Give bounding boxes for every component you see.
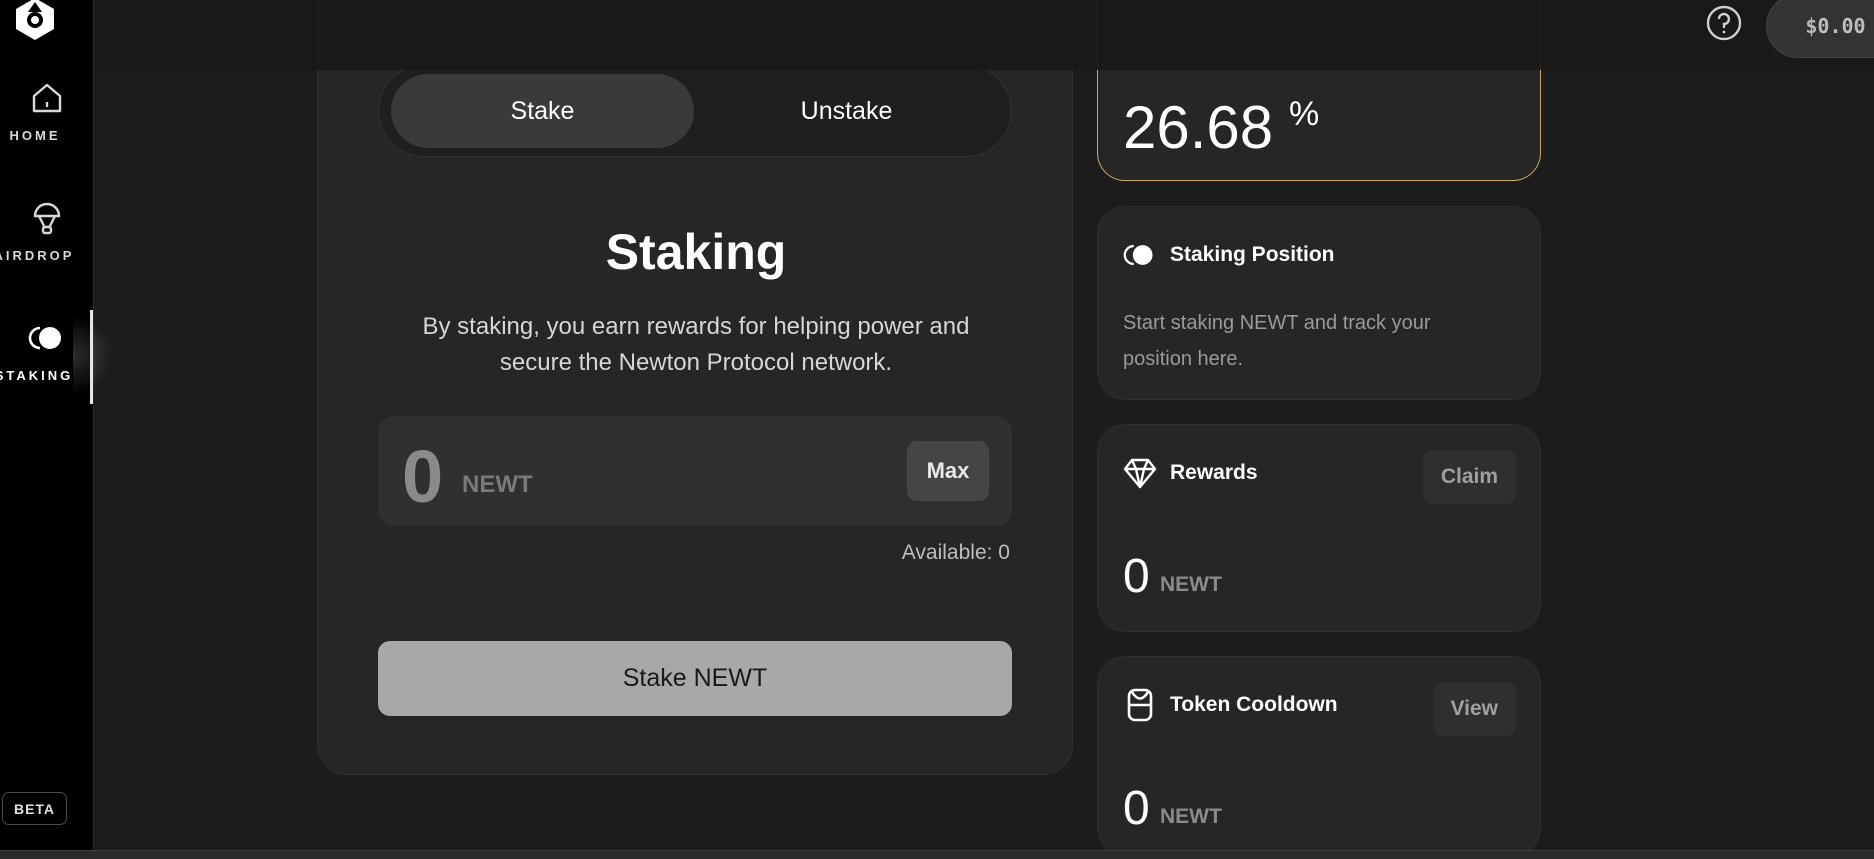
cooldown-unit: NEWT (1160, 805, 1222, 828)
stake-panel: Stake Unstake Staking By staking, you ea… (317, 0, 1073, 775)
stake-newt-button[interactable]: Stake NEWT (378, 641, 1012, 716)
rewards-unit: NEWT (1160, 573, 1222, 596)
available-balance: Available: 0 (901, 541, 1010, 564)
bottom-scrollbar (0, 850, 1874, 859)
home-icon (27, 78, 67, 118)
diamond-icon (1122, 455, 1158, 491)
stake-description: By staking, you earn rewards for helping… (422, 313, 970, 376)
active-indicator (90, 310, 93, 404)
page-title: Staking (605, 224, 787, 280)
position-empty-text: Start staking NEWT and track your positi… (1123, 312, 1431, 370)
sidebar-item-label: STAKING (0, 368, 74, 383)
token-cooldown-card: Token Cooldown View 0 NEWT (1097, 656, 1541, 856)
question-circle-icon[interactable] (1705, 4, 1743, 42)
sidebar-item-home[interactable]: HOME (0, 78, 94, 168)
wallet-balance: $0.00 (1805, 14, 1866, 38)
amount-input[interactable]: 0 NEWT Max (378, 416, 1012, 526)
claim-button[interactable]: Claim (1422, 450, 1516, 504)
tab-unstake[interactable]: Unstake (695, 74, 998, 148)
card-header: Token Cooldown (1122, 685, 1338, 725)
rewards-card: Rewards Claim 0 NEWT (1097, 424, 1541, 632)
cooldown-value: 0 (1123, 782, 1150, 835)
stake-unstake-tabs: Stake Unstake (378, 65, 1012, 157)
top-bar: $0.00 (95, 0, 1874, 70)
sidebar: HOME AIRDROP STAKING BETA (0, 0, 113, 850)
sidebar-item-staking[interactable]: STAKING (0, 318, 94, 408)
staking-position-card: Staking Position Start staking NEWT and … (1097, 206, 1541, 400)
view-button[interactable]: View (1432, 682, 1516, 736)
card-title: Token Cooldown (1170, 693, 1338, 716)
rewards-value: 0 (1123, 550, 1150, 603)
apr-unit: % (1289, 95, 1320, 133)
parachute-icon (27, 198, 67, 238)
staking-icon (27, 318, 67, 358)
sidebar-item-label: HOME (9, 128, 61, 143)
card-header: Rewards (1122, 453, 1258, 493)
apr-value: 26.68 (1123, 94, 1274, 161)
staking-icon (1122, 237, 1158, 273)
amount-value[interactable]: 0 (402, 434, 443, 519)
sidebar-item-label: AIRDROP (0, 248, 75, 263)
amount-unit: NEWT (462, 471, 533, 498)
max-button[interactable]: Max (907, 441, 989, 501)
beta-badge: BETA (2, 792, 67, 825)
card-header: Staking Position (1122, 235, 1335, 275)
newton-logo-icon[interactable] (12, 0, 58, 42)
card-title: Rewards (1170, 461, 1258, 484)
card-title: Staking Position (1170, 243, 1335, 266)
hourglass-icon (1122, 687, 1158, 723)
wallet-button[interactable]: $0.00 (1766, 0, 1874, 58)
sidebar-item-airdrop[interactable]: AIRDROP (0, 198, 94, 288)
tab-stake[interactable]: Stake (391, 74, 694, 148)
